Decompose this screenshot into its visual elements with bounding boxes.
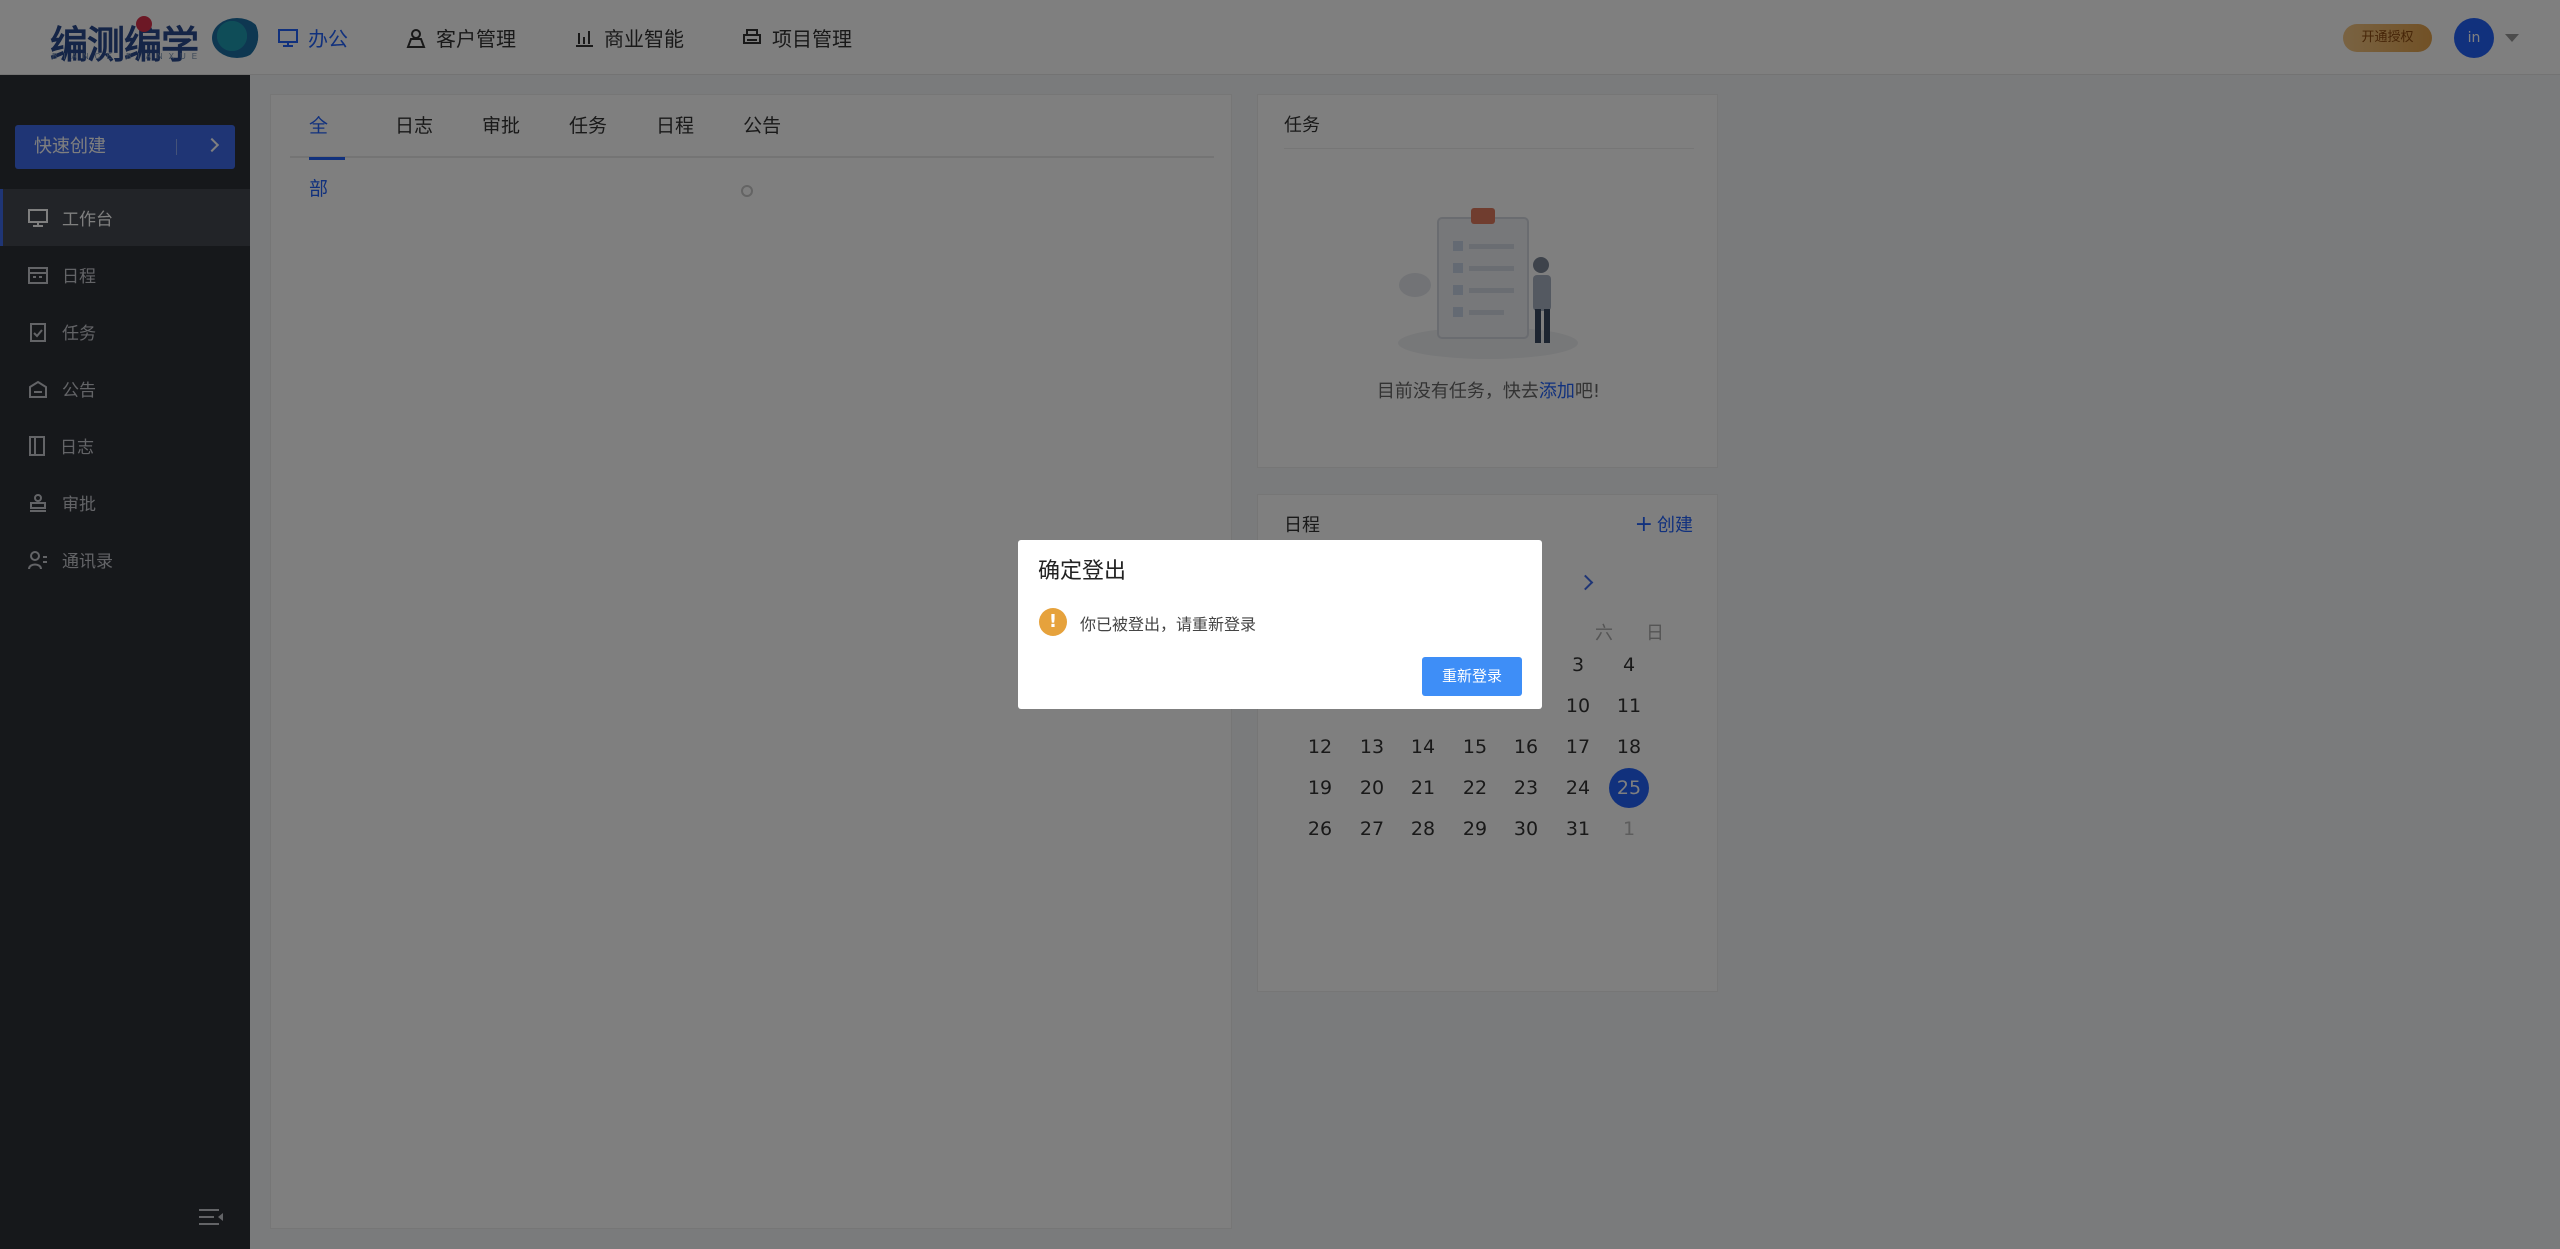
dialog-title: 确定登出 — [1038, 559, 1127, 584]
logout-dialog: 确定登出 ! 你已被登出，请重新登录 重新登录 — [1018, 540, 1542, 709]
dialog-message: 你已被登出，请重新登录 — [1080, 615, 1257, 634]
warning-icon: ! — [1039, 608, 1067, 636]
relogin-button[interactable]: 重新登录 — [1422, 657, 1522, 696]
